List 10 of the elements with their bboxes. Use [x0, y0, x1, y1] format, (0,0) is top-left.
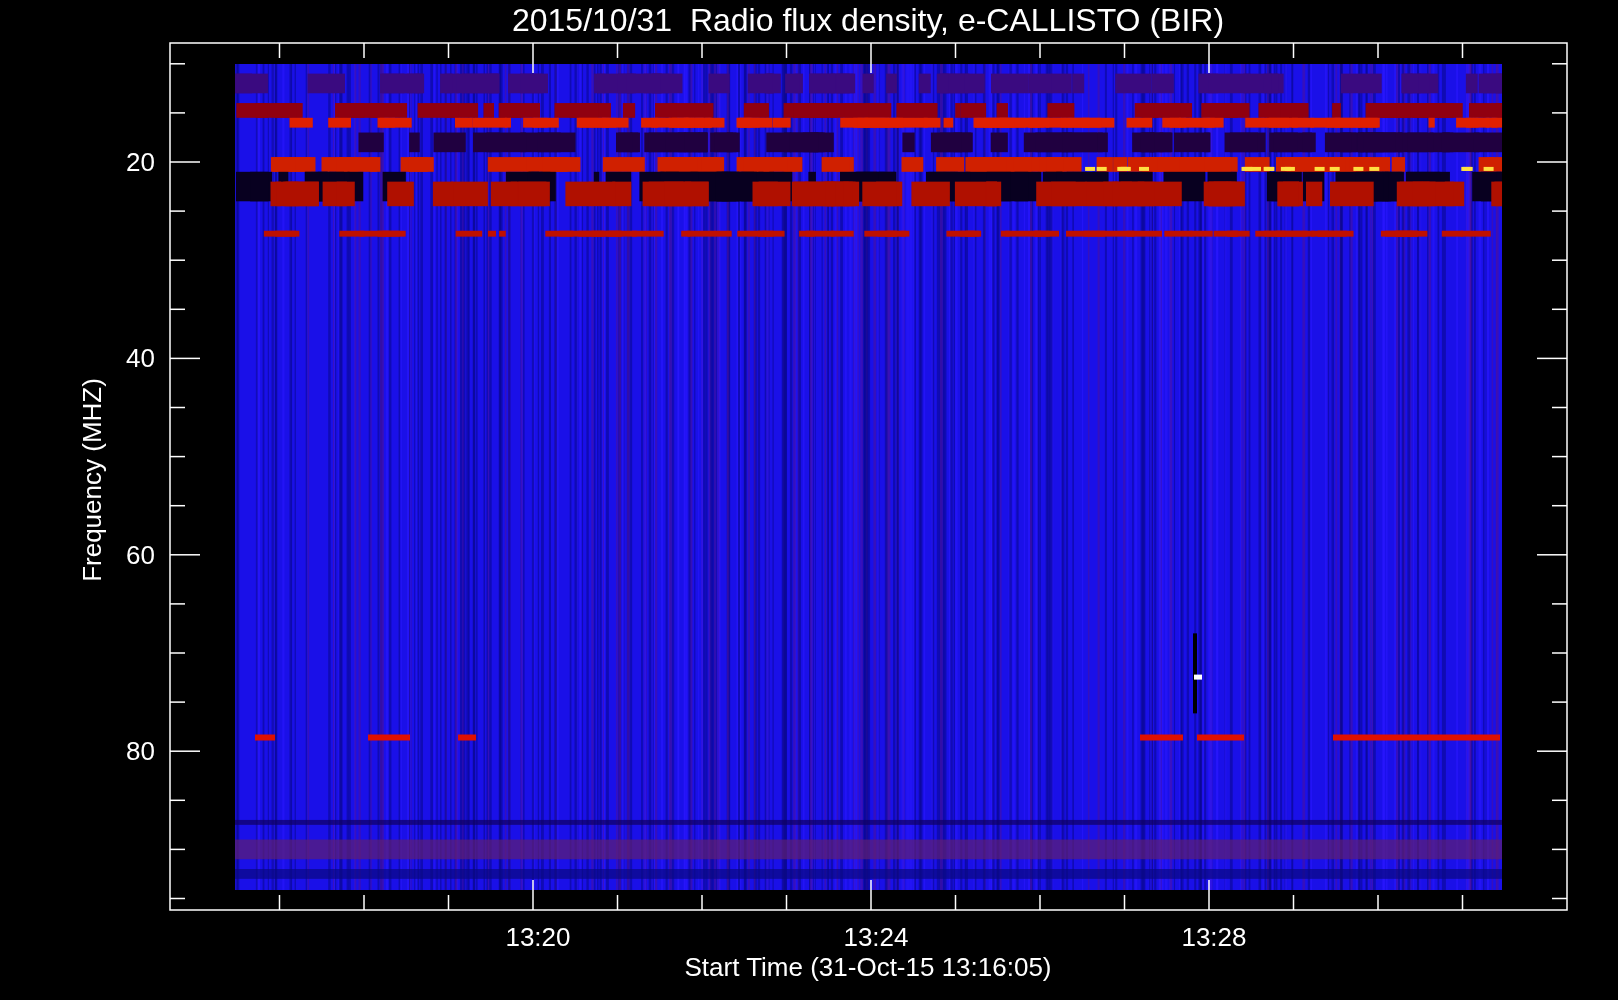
x-tick-label: 13:20 — [505, 922, 571, 952]
y-tick-label: 60 — [126, 539, 155, 570]
chart-title: 2015/10/31 Radio flux density, e-CALLISTO (BIR) — [511, 2, 1225, 38]
y-tick-label: 40 — [126, 343, 155, 374]
y-axis-label: Frequency (MHZ) — [77, 378, 107, 582]
x-tick-label: 13:24 — [843, 922, 909, 952]
x-tick-label: 13:28 — [1181, 922, 1247, 952]
y-tick-label: 20 — [126, 147, 155, 177]
y-tick-label: 80 — [126, 736, 155, 767]
x-axis-label: Start Time (31-Oct-15 13:16:05) — [684, 952, 1052, 982]
